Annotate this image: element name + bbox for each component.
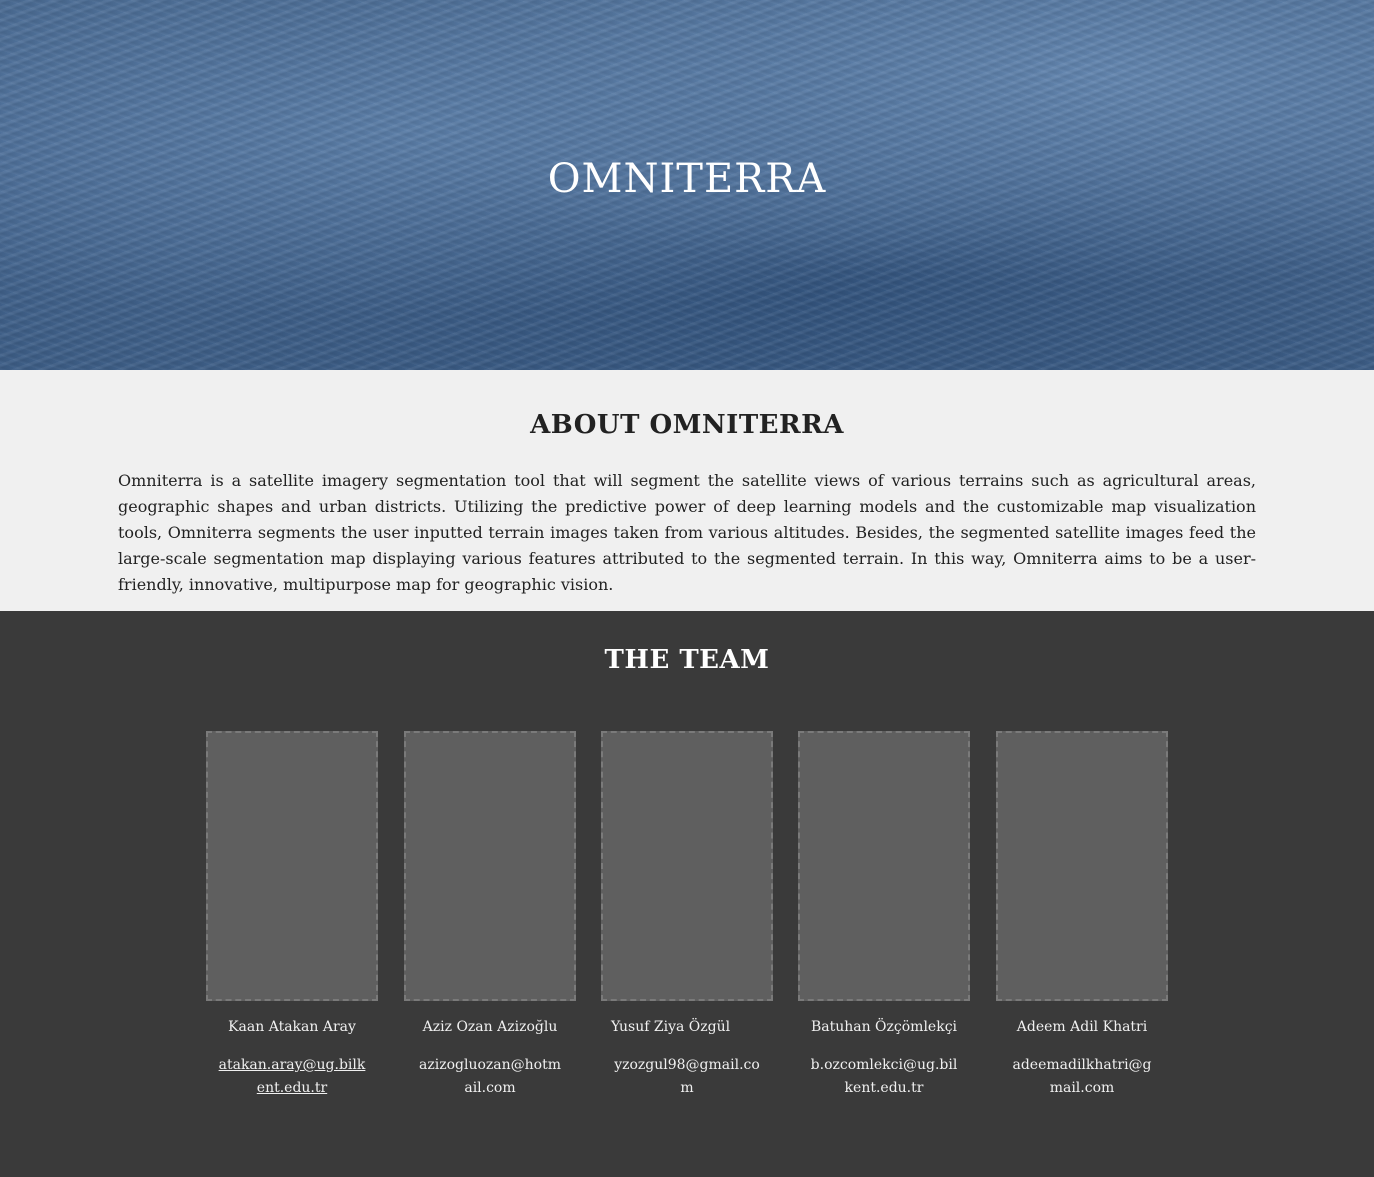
team-member-card: Yusuf Ziya Özgül yzozgul98@gmail.com bbox=[601, 731, 773, 1100]
about-section: ABOUT OMNITERRA Omniterra is a satellite… bbox=[0, 370, 1374, 611]
member-name: Batuhan Özçömlekçi bbox=[810, 1019, 958, 1035]
member-email-link[interactable]: atakan.aray@ug.bilkent.edu.tr bbox=[217, 1054, 367, 1100]
team-member-card: Batuhan Özçömlekçi b.ozcomlekci@ug.bilke… bbox=[798, 731, 970, 1100]
about-description: Omniterra is a satellite imagery segment… bbox=[118, 471, 1256, 594]
team-member-card: Aziz Ozan Azizoğlu azizogluozan@hotmail.… bbox=[404, 731, 576, 1100]
about-heading: ABOUT OMNITERRA bbox=[530, 410, 844, 440]
team-member-card: Adeem Adil Khatri adeemadilkhatri@gmail.… bbox=[996, 731, 1168, 1100]
member-name: Yusuf Ziya Özgül bbox=[611, 1019, 731, 1035]
team-section: THE TEAM Kaan Atakan Aray atakan.aray@ug… bbox=[0, 611, 1374, 1177]
hero-banner: OMNITERRA bbox=[0, 0, 1374, 370]
member-photo-placeholder bbox=[798, 731, 970, 1001]
member-photo-placeholder bbox=[404, 731, 576, 1001]
site-title: OMNITERRA bbox=[547, 156, 827, 202]
member-name: Aziz Ozan Azizoğlu bbox=[422, 1019, 558, 1035]
member-name: Kaan Atakan Aray bbox=[228, 1019, 356, 1035]
member-photo-placeholder bbox=[206, 731, 378, 1001]
team-heading: THE TEAM bbox=[604, 645, 770, 675]
member-email: adeemadilkhatri@gmail.com bbox=[1012, 1057, 1152, 1096]
member-email: azizogluozan@hotmail.com bbox=[419, 1057, 561, 1096]
member-email: yzozgul98@gmail.com bbox=[614, 1057, 760, 1096]
member-photo-placeholder bbox=[601, 731, 773, 1001]
member-name: Adeem Adil Khatri bbox=[1016, 1019, 1148, 1035]
member-photo-placeholder bbox=[996, 731, 1168, 1001]
member-email: b.ozcomlekci@ug.bilkent.edu.tr bbox=[810, 1057, 958, 1096]
team-members: Kaan Atakan Aray atakan.aray@ug.bilkent.… bbox=[0, 731, 1374, 1131]
team-member-card: Kaan Atakan Aray atakan.aray@ug.bilkent.… bbox=[206, 731, 378, 1100]
